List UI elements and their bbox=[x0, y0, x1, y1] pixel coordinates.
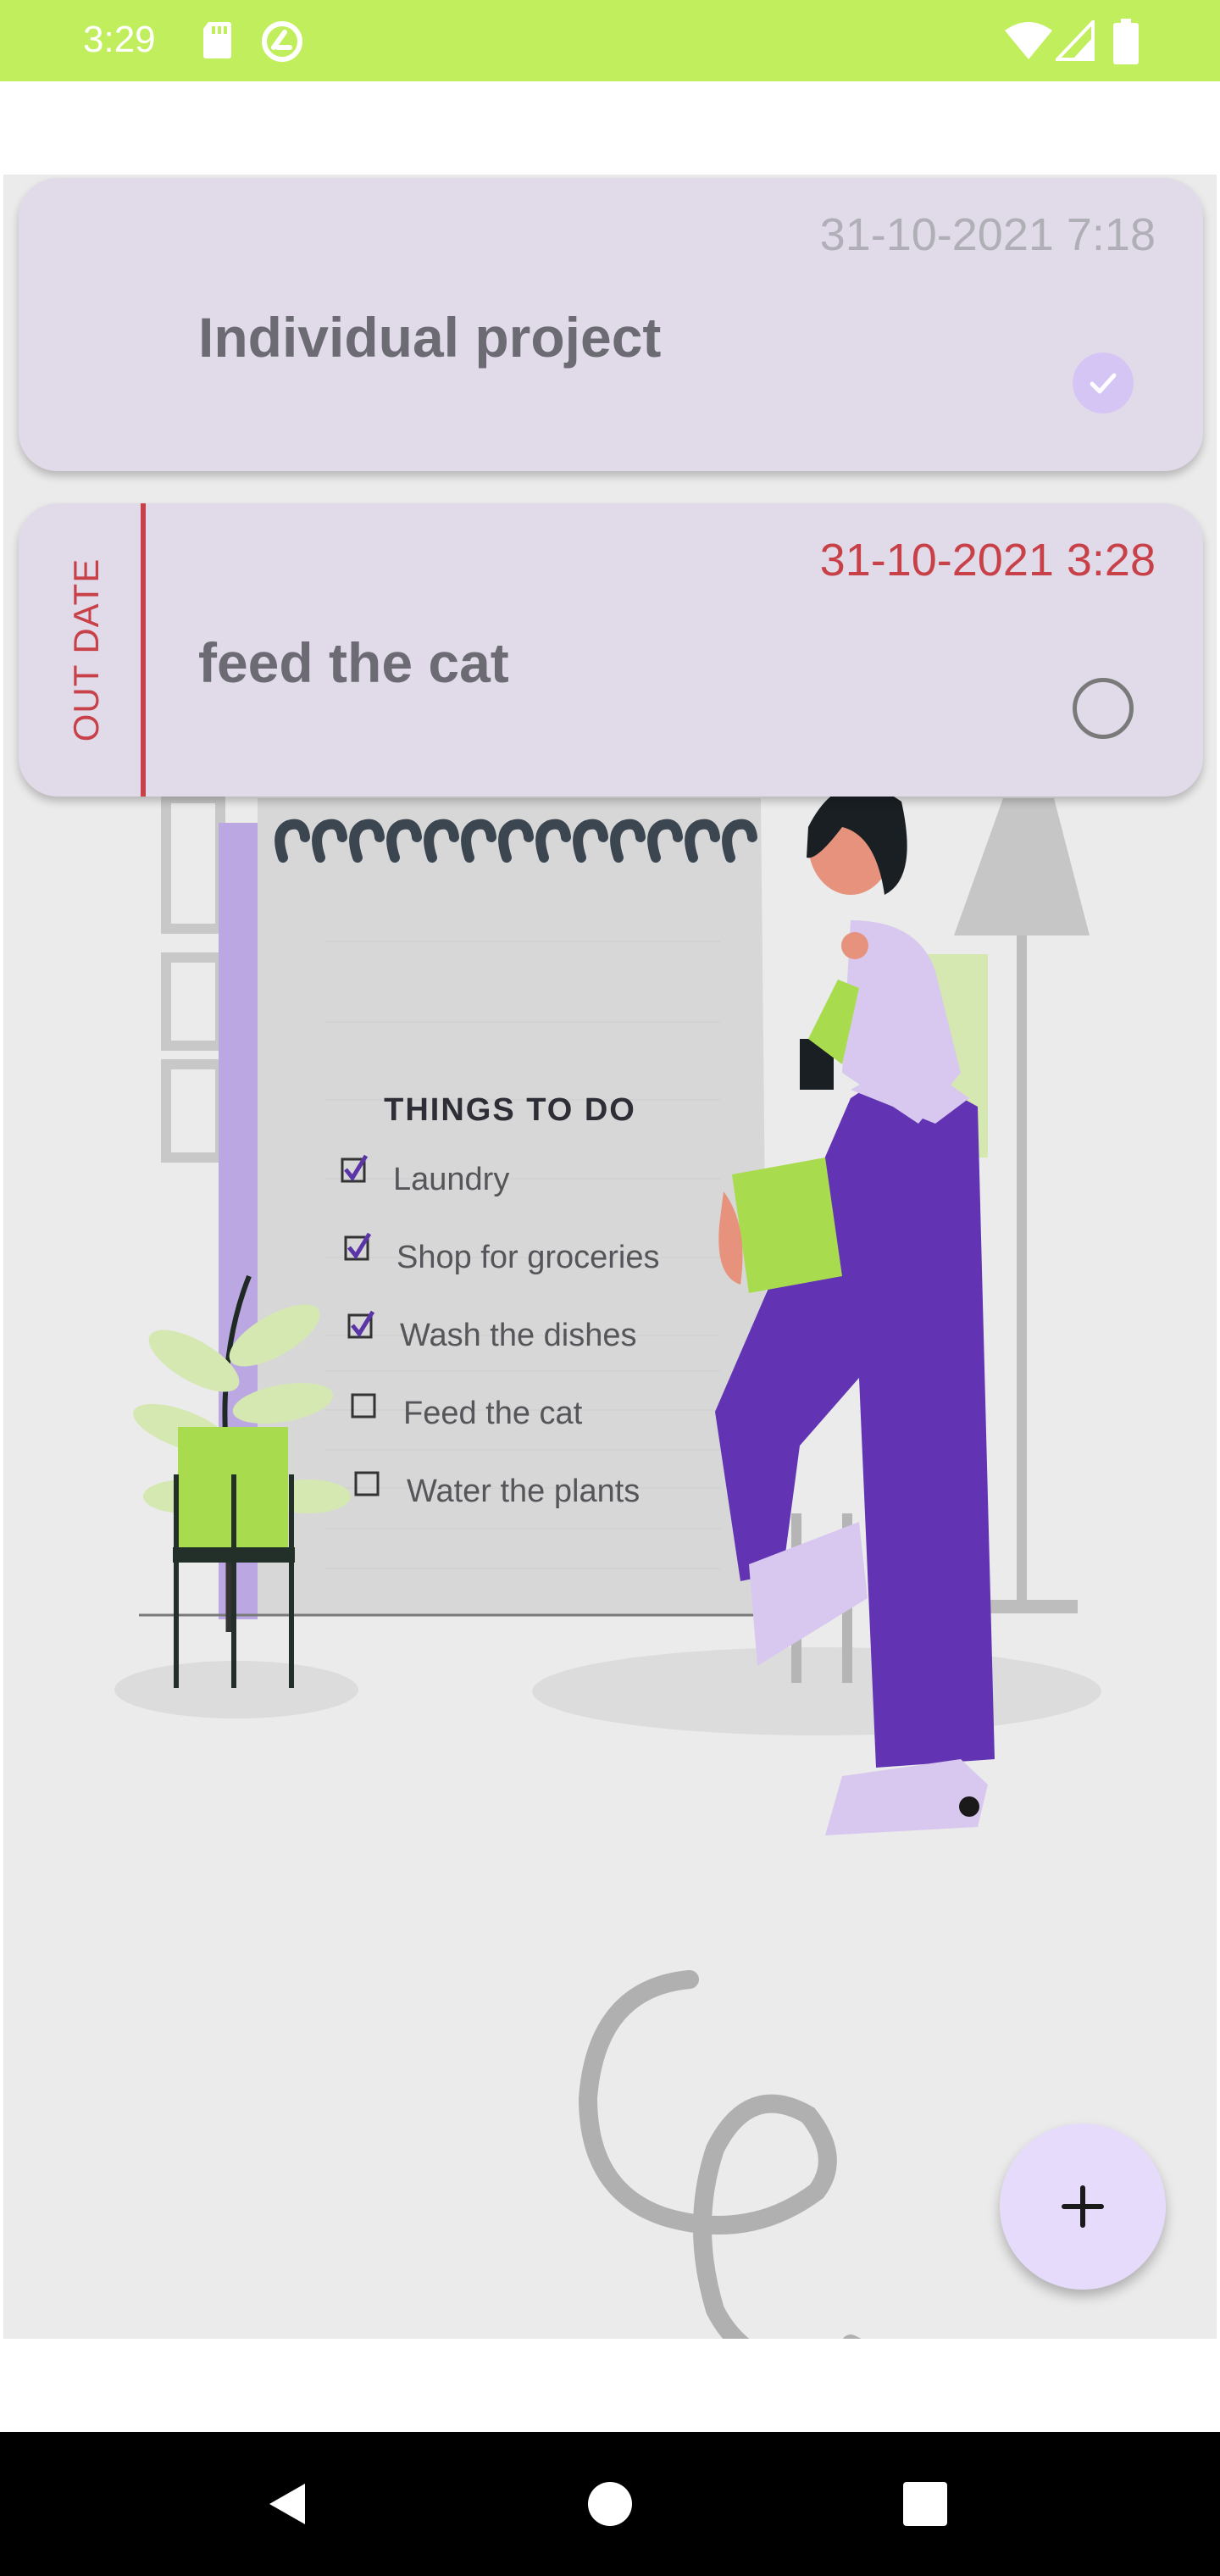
todo-item-plants: Water the plants bbox=[407, 1474, 640, 1509]
todo-item-groceries: Shop for groceries bbox=[396, 1240, 660, 1275]
todo-item-dishes: Wash the dishes bbox=[400, 1318, 637, 1353]
navigation-bar bbox=[0, 2432, 1220, 2576]
todo-item-cat: Feed the cat bbox=[403, 1396, 583, 1431]
todo-item-laundry: Laundry bbox=[393, 1162, 509, 1197]
task-title: Individual project bbox=[198, 306, 662, 369]
task-title: feed the cat bbox=[198, 631, 509, 694]
sync-icon bbox=[259, 19, 305, 69]
todo-illustration: THINGS TO DO Laundry Shop for groceries … bbox=[114, 785, 1101, 2339]
back-icon[interactable] bbox=[237, 2432, 339, 2576]
overdue-label: OUT DATE bbox=[66, 558, 106, 742]
overdue-divider bbox=[141, 503, 146, 797]
task-complete-checkbox[interactable] bbox=[1073, 678, 1134, 739]
sd-card-icon bbox=[200, 19, 234, 65]
status-time: 3:29 bbox=[83, 19, 156, 60]
task-date: 31-10-2021 3:28 bbox=[819, 535, 1156, 586]
plus-icon bbox=[1057, 2181, 1108, 2232]
battery-icon bbox=[1113, 19, 1139, 69]
task-date: 31-10-2021 7:18 bbox=[819, 209, 1156, 260]
curly-arrow bbox=[578, 1970, 862, 2339]
signal-icon bbox=[1053, 18, 1095, 65]
task-complete-checkbox[interactable] bbox=[1073, 353, 1134, 414]
add-task-button[interactable] bbox=[1000, 2124, 1166, 2290]
todo-heading: THINGS TO DO bbox=[384, 1092, 636, 1128]
figure-shadow bbox=[532, 1647, 1101, 1735]
task-card-overdue[interactable]: OUT DATE 31-10-2021 3:28 feed the cat bbox=[19, 503, 1203, 797]
recents-icon[interactable] bbox=[874, 2432, 976, 2576]
home-icon[interactable] bbox=[559, 2432, 661, 2576]
wifi-icon bbox=[1005, 22, 1052, 64]
check-icon bbox=[1084, 364, 1122, 402]
task-card[interactable]: 31-10-2021 7:18 Individual project bbox=[19, 178, 1203, 471]
status-bar: 3:29 bbox=[0, 0, 1220, 81]
task-list-area[interactable]: THINGS TO DO Laundry Shop for groceries … bbox=[3, 175, 1217, 2339]
